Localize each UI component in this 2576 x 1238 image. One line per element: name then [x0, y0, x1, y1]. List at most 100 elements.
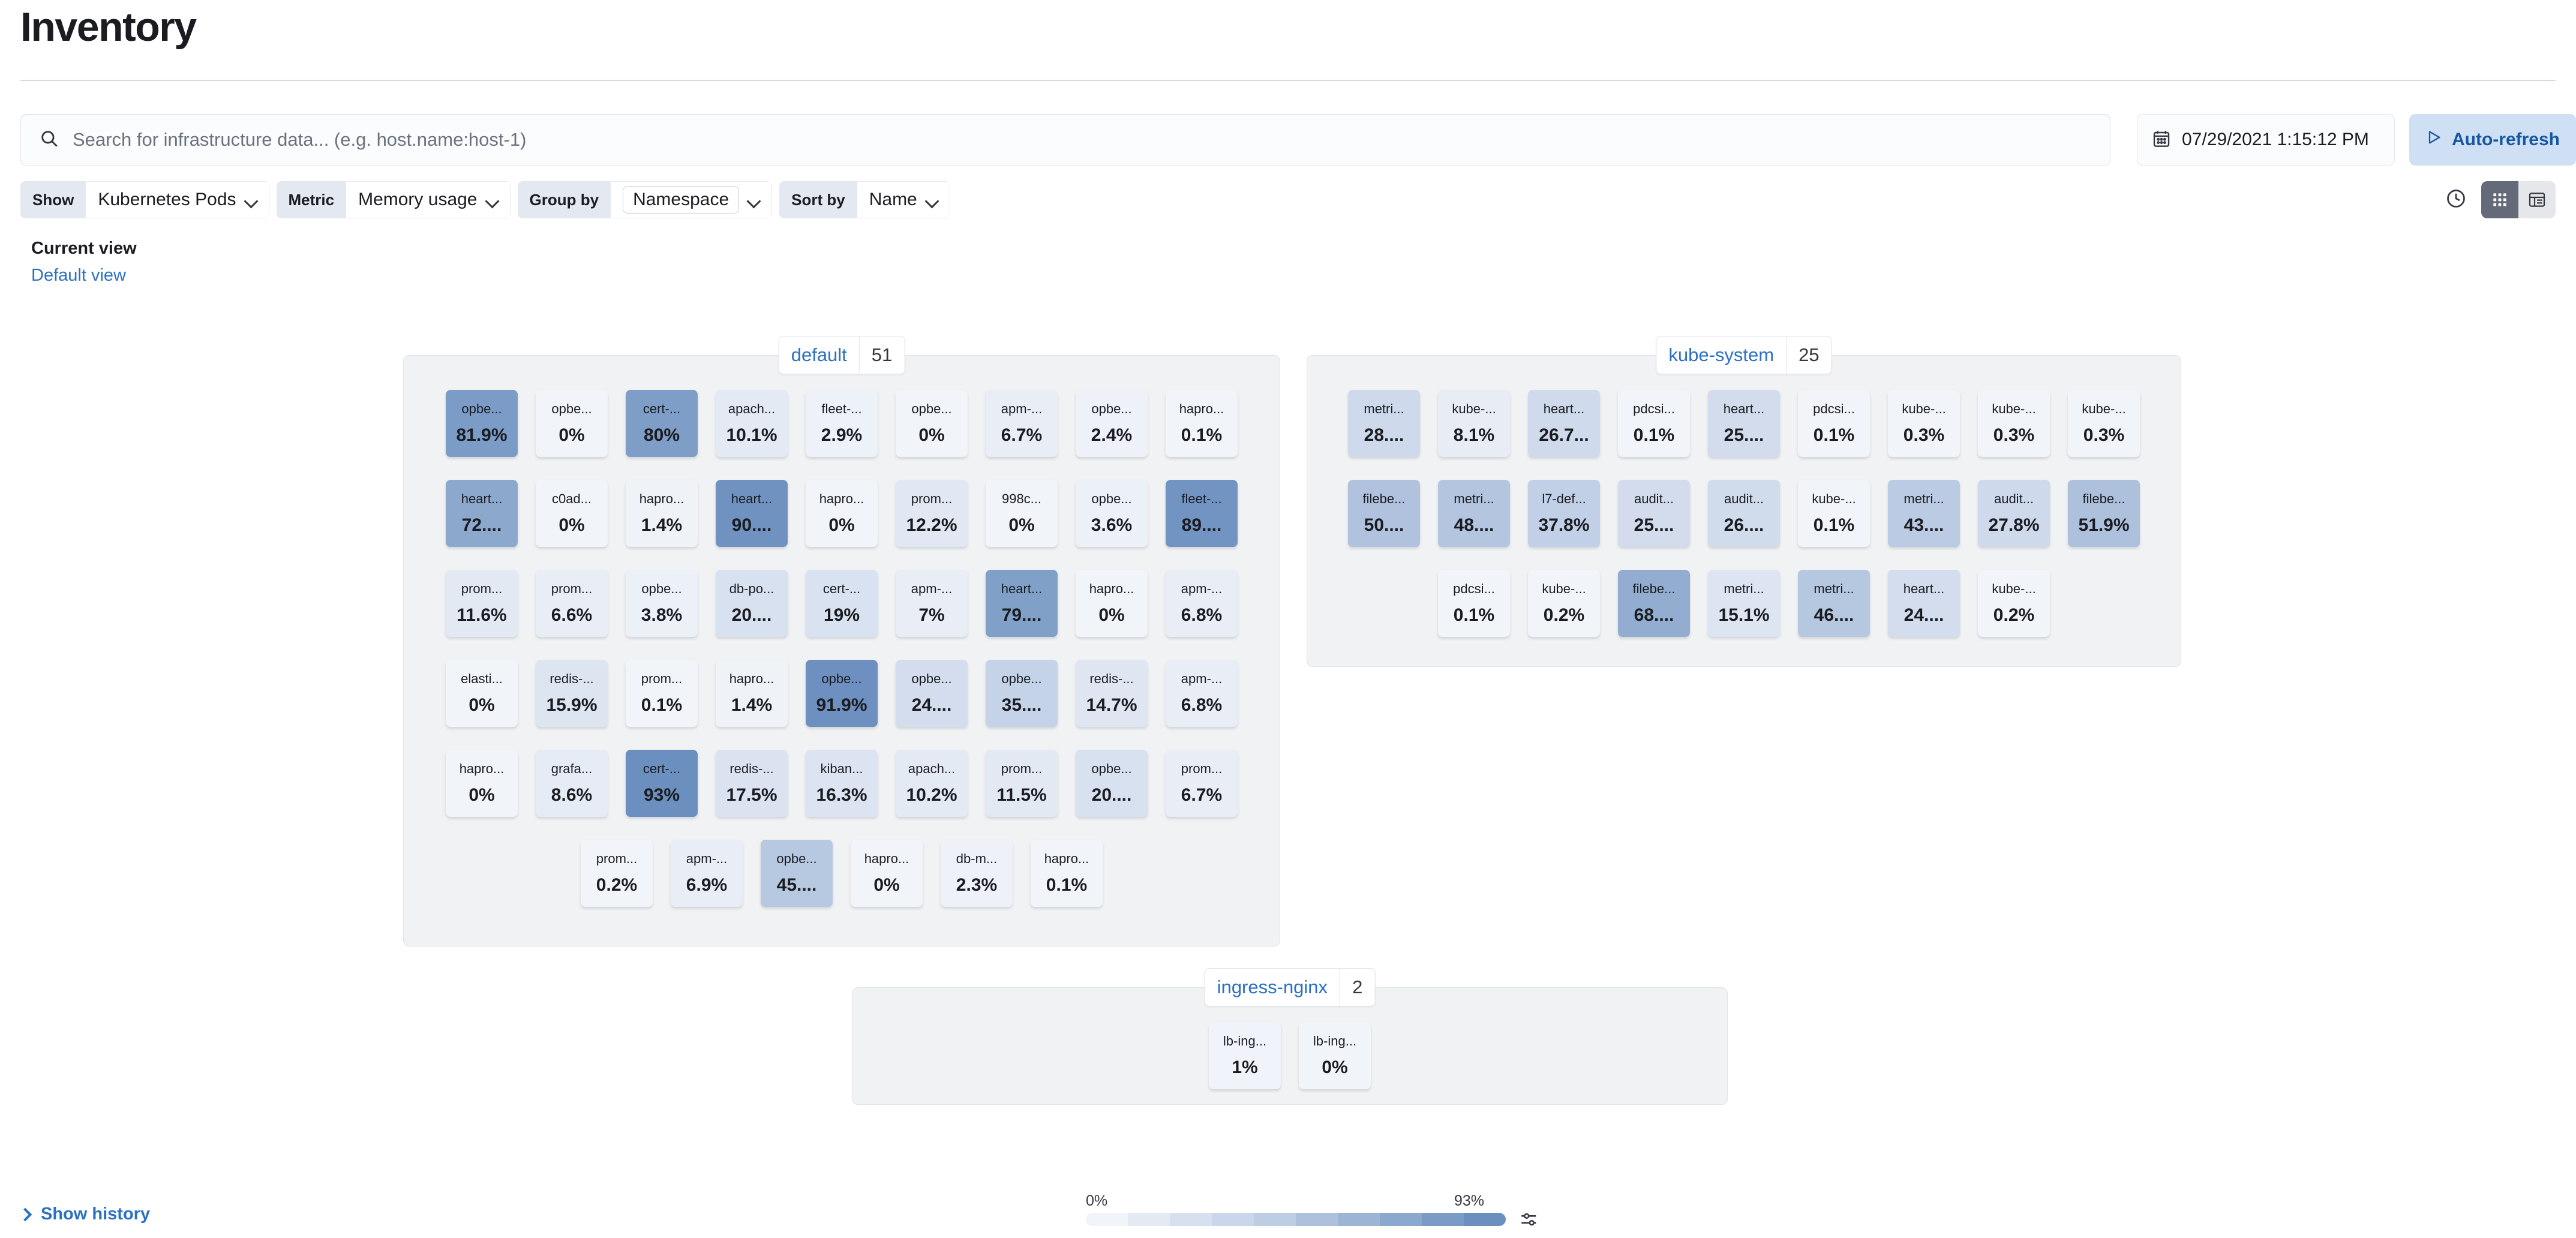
pod-cell[interactable]: cert-...80%: [626, 390, 698, 457]
pod-cell[interactable]: apm-...6.8%: [1166, 660, 1238, 727]
pod-cell[interactable]: prom...6.7%: [1166, 750, 1238, 817]
legend-gradient-bar[interactable]: [1086, 1213, 1506, 1226]
table-view-icon[interactable]: [2518, 181, 2556, 218]
namespace-name[interactable]: ingress-nginx: [1205, 969, 1340, 1006]
pod-cell[interactable]: db-m...2.3%: [941, 840, 1013, 907]
pod-cell[interactable]: kube-...0.2%: [1978, 570, 2050, 637]
namespace-name[interactable]: default: [779, 336, 859, 374]
pod-cell[interactable]: opbe...2.4%: [1076, 390, 1148, 457]
pod-cell[interactable]: opbe...3.6%: [1076, 480, 1148, 547]
pod-cell[interactable]: fleet-...2.9%: [806, 390, 878, 457]
pod-cell[interactable]: heart...24....: [1888, 570, 1960, 637]
sliders-icon[interactable]: [1519, 1209, 1539, 1233]
pod-cell[interactable]: apm-...6.7%: [986, 390, 1058, 457]
pod-cell[interactable]: l7-def...37.8%: [1528, 480, 1600, 547]
namespace-tab[interactable]: default51: [779, 336, 905, 374]
auto-refresh-button[interactable]: Auto-refresh: [2409, 114, 2576, 166]
pod-cell[interactable]: hapro...0%: [806, 480, 878, 547]
pod-cell[interactable]: filebe...68....: [1618, 570, 1690, 637]
pod-cell[interactable]: pdcsi...0.1%: [1798, 390, 1870, 457]
pod-cell[interactable]: heart...72....: [446, 480, 518, 547]
grid-view-icon[interactable]: [2481, 181, 2518, 218]
pod-cell[interactable]: kube-...0.3%: [2068, 390, 2140, 457]
pod-cell[interactable]: kube-...0.1%: [1798, 480, 1870, 547]
pod-cell[interactable]: redis-...14.7%: [1076, 660, 1148, 727]
namespace-tab[interactable]: kube-system25: [1656, 336, 1832, 374]
clock-icon[interactable]: [2445, 188, 2467, 212]
pod-cell[interactable]: prom...11.5%: [986, 750, 1058, 817]
pod-cell[interactable]: heart...26.7...: [1528, 390, 1600, 457]
show-history-toggle[interactable]: Show history: [20, 1204, 150, 1224]
default-view-link[interactable]: Default view: [31, 266, 137, 286]
pod-cell[interactable]: metri...48....: [1438, 480, 1510, 547]
pod-cell[interactable]: lb-ing...0%: [1299, 1022, 1371, 1089]
metric-select[interactable]: Memory usage: [346, 181, 510, 218]
pod-cell[interactable]: heart...90....: [716, 480, 788, 547]
pod-cell[interactable]: elasti...0%: [446, 660, 518, 727]
sortby-control[interactable]: Sort by Name: [779, 181, 950, 218]
pod-cell[interactable]: redis-...15.9%: [536, 660, 608, 727]
namespace-tab[interactable]: ingress-nginx2: [1205, 968, 1376, 1006]
pod-cell[interactable]: 998c...0%: [986, 480, 1058, 547]
pod-cell[interactable]: hapro...0%: [446, 750, 518, 817]
pod-cell[interactable]: cert-...19%: [806, 570, 878, 637]
pod-cell[interactable]: prom...12.2%: [896, 480, 968, 547]
pod-cell[interactable]: hapro...0.1%: [1031, 840, 1103, 907]
pod-cell[interactable]: audit...26....: [1708, 480, 1780, 547]
pod-cell[interactable]: opbe...81.9%: [446, 390, 518, 457]
sortby-select[interactable]: Name: [857, 181, 950, 218]
pod-cell[interactable]: filebe...51.9%: [2068, 480, 2140, 547]
pod-cell[interactable]: opbe...45....: [761, 840, 833, 907]
pod-cell[interactable]: pdcsi...0.1%: [1618, 390, 1690, 457]
pod-cell[interactable]: opbe...0%: [536, 390, 608, 457]
pod-cell[interactable]: hapro...1.4%: [626, 480, 698, 547]
pod-cell[interactable]: kube-...8.1%: [1438, 390, 1510, 457]
pod-cell[interactable]: db-po...20....: [716, 570, 788, 637]
show-control[interactable]: Show Kubernetes Pods: [20, 181, 269, 218]
pod-cell[interactable]: apach...10.1%: [716, 390, 788, 457]
pod-cell[interactable]: hapro...0.1%: [1166, 390, 1238, 457]
pod-cell[interactable]: apach...10.2%: [896, 750, 968, 817]
pod-cell[interactable]: grafa...8.6%: [536, 750, 608, 817]
show-select[interactable]: Kubernetes Pods: [86, 181, 269, 218]
pod-cell[interactable]: cert-...93%: [626, 750, 698, 817]
pod-cell[interactable]: hapro...1.4%: [716, 660, 788, 727]
pod-cell[interactable]: opbe...24....: [896, 660, 968, 727]
pod-cell[interactable]: kube-...0.2%: [1528, 570, 1600, 637]
search-input[interactable]: Search for infrastructure data... (e.g. …: [20, 114, 2110, 166]
pod-cell[interactable]: prom...0.1%: [626, 660, 698, 727]
pod-cell[interactable]: kube-...0.3%: [1978, 390, 2050, 457]
pod-cell[interactable]: metri...43....: [1888, 480, 1960, 547]
pod-cell[interactable]: hapro...0%: [851, 840, 923, 907]
pod-cell[interactable]: opbe...35....: [986, 660, 1058, 727]
pod-cell[interactable]: audit...27.8%: [1978, 480, 2050, 547]
pod-cell[interactable]: prom...11.6%: [446, 570, 518, 637]
pod-cell[interactable]: opbe...91.9%: [806, 660, 878, 727]
pod-cell[interactable]: hapro...0%: [1076, 570, 1148, 637]
pod-cell[interactable]: opbe...0%: [896, 390, 968, 457]
pod-cell[interactable]: heart...25....: [1708, 390, 1780, 457]
date-picker[interactable]: 07/29/2021 1:15:12 PM: [2137, 114, 2395, 166]
pod-cell[interactable]: metri...46....: [1798, 570, 1870, 637]
pod-cell[interactable]: fleet-...89....: [1166, 480, 1238, 547]
pod-cell[interactable]: kiban...16.3%: [806, 750, 878, 817]
pod-cell[interactable]: opbe...3.8%: [626, 570, 698, 637]
groupby-select[interactable]: Namespace: [611, 181, 772, 218]
pod-cell[interactable]: prom...6.6%: [536, 570, 608, 637]
pod-cell[interactable]: c0ad...0%: [536, 480, 608, 547]
pod-cell[interactable]: apm-...6.8%: [1166, 570, 1238, 637]
pod-cell[interactable]: filebe...50....: [1348, 480, 1420, 547]
pod-cell[interactable]: lb-ing...1%: [1209, 1022, 1281, 1089]
pod-cell[interactable]: opbe...20....: [1076, 750, 1148, 817]
pod-cell[interactable]: metri...28....: [1348, 390, 1420, 457]
pod-cell[interactable]: audit...25....: [1618, 480, 1690, 547]
groupby-control[interactable]: Group by Namespace: [518, 181, 773, 218]
pod-cell[interactable]: redis-...17.5%: [716, 750, 788, 817]
pod-cell[interactable]: pdcsi...0.1%: [1438, 570, 1510, 637]
pod-cell[interactable]: metri...15.1%: [1708, 570, 1780, 637]
pod-cell[interactable]: prom...0.2%: [581, 840, 653, 907]
namespace-name[interactable]: kube-system: [1656, 336, 1786, 374]
pod-cell[interactable]: apm-...6.9%: [671, 840, 743, 907]
metric-control[interactable]: Metric Memory usage: [277, 181, 511, 218]
pod-cell[interactable]: kube-...0.3%: [1888, 390, 1960, 457]
